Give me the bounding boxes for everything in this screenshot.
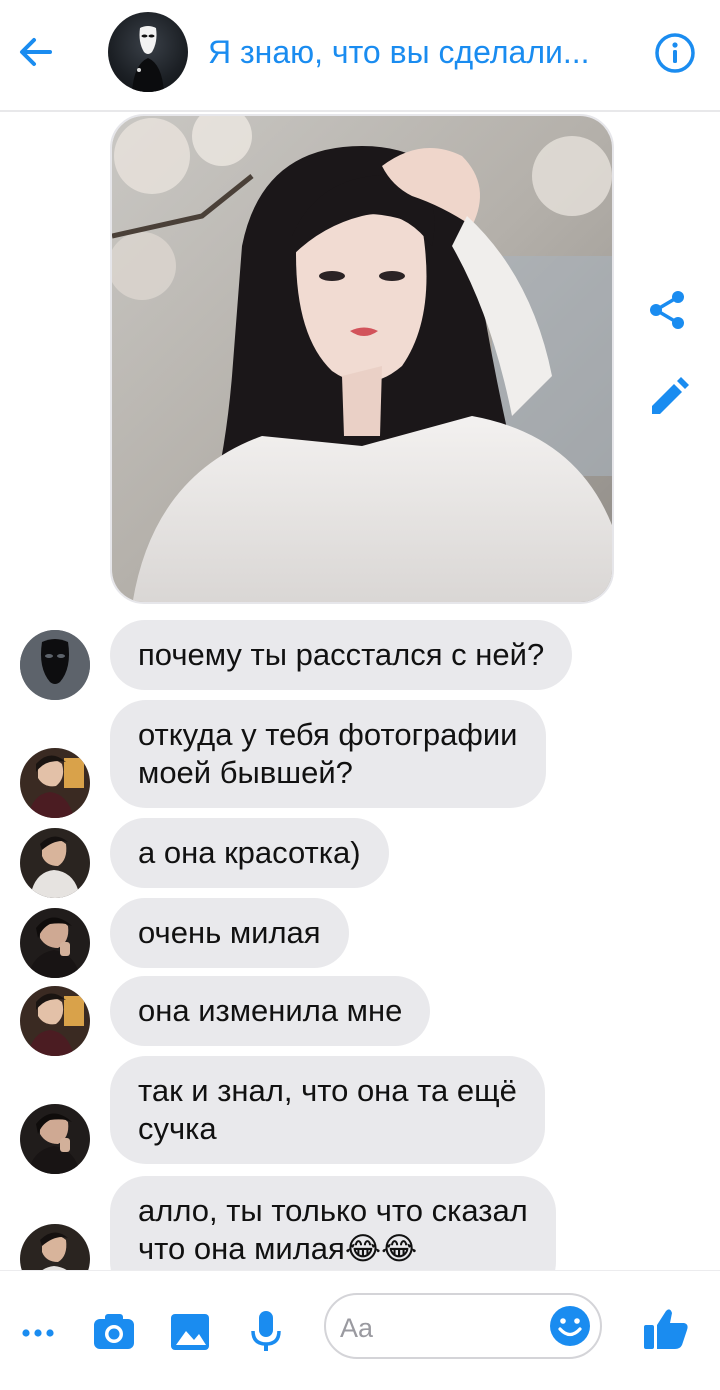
message-bubble[interactable]: откуда у тебя фотографии моей бывшей?	[110, 700, 546, 808]
info-button[interactable]	[654, 32, 696, 74]
image-icon	[171, 1314, 209, 1350]
chat-header: Я знаю, что вы сделали...	[0, 0, 720, 112]
message-bubble[interactable]: она изменила мне	[110, 976, 431, 1046]
like-button[interactable]	[642, 1305, 690, 1353]
user-avatar-3[interactable]	[20, 908, 90, 978]
chat-avatar[interactable]	[108, 12, 188, 92]
message-list[interactable]: почему ты расстался с ней? откуда у тебя…	[0, 114, 720, 1270]
chat-title[interactable]: Я знаю, что вы сделали...	[208, 34, 618, 71]
share-icon	[650, 291, 684, 329]
message-bubble[interactable]: алло, ты только что сказал что она милая…	[110, 1176, 556, 1270]
message-input[interactable]	[340, 1309, 550, 1347]
user-avatar-2[interactable]	[20, 828, 90, 898]
message-bubble[interactable]: почему ты расстался с ней?	[110, 620, 573, 690]
message-bubble[interactable]: а она красотка)	[110, 818, 389, 888]
emoji-icon	[550, 1306, 590, 1346]
user-avatar-1[interactable]	[20, 986, 90, 1056]
more-icon	[22, 1329, 54, 1337]
share-button[interactable]	[646, 288, 690, 332]
edit-icon	[652, 377, 689, 414]
more-button[interactable]	[18, 1309, 62, 1353]
message-bubble[interactable]: так и знал, что она та ещё сучка	[110, 1056, 545, 1164]
microphone-icon	[251, 1311, 281, 1351]
back-arrow-icon	[20, 38, 52, 66]
user-avatar-3[interactable]	[20, 1104, 90, 1174]
user-avatar-2[interactable]	[20, 1224, 90, 1270]
portrait-image	[112, 116, 612, 602]
emoji-button[interactable]	[548, 1304, 592, 1348]
gallery-button[interactable]	[168, 1309, 212, 1353]
thumbs-up-icon	[644, 1309, 688, 1349]
message-input-box[interactable]	[324, 1293, 602, 1359]
shared-photo[interactable]	[110, 114, 614, 604]
mask-avatar[interactable]	[20, 630, 90, 700]
message-bubble[interactable]: очень милая	[110, 898, 349, 968]
camera-button[interactable]	[92, 1309, 136, 1353]
message-composer	[0, 1270, 720, 1390]
camera-icon	[94, 1314, 134, 1349]
edit-button[interactable]	[646, 376, 690, 420]
info-icon	[655, 33, 695, 73]
user-avatar-1[interactable]	[20, 748, 90, 818]
microphone-button[interactable]	[244, 1309, 288, 1353]
back-button[interactable]	[14, 30, 58, 74]
